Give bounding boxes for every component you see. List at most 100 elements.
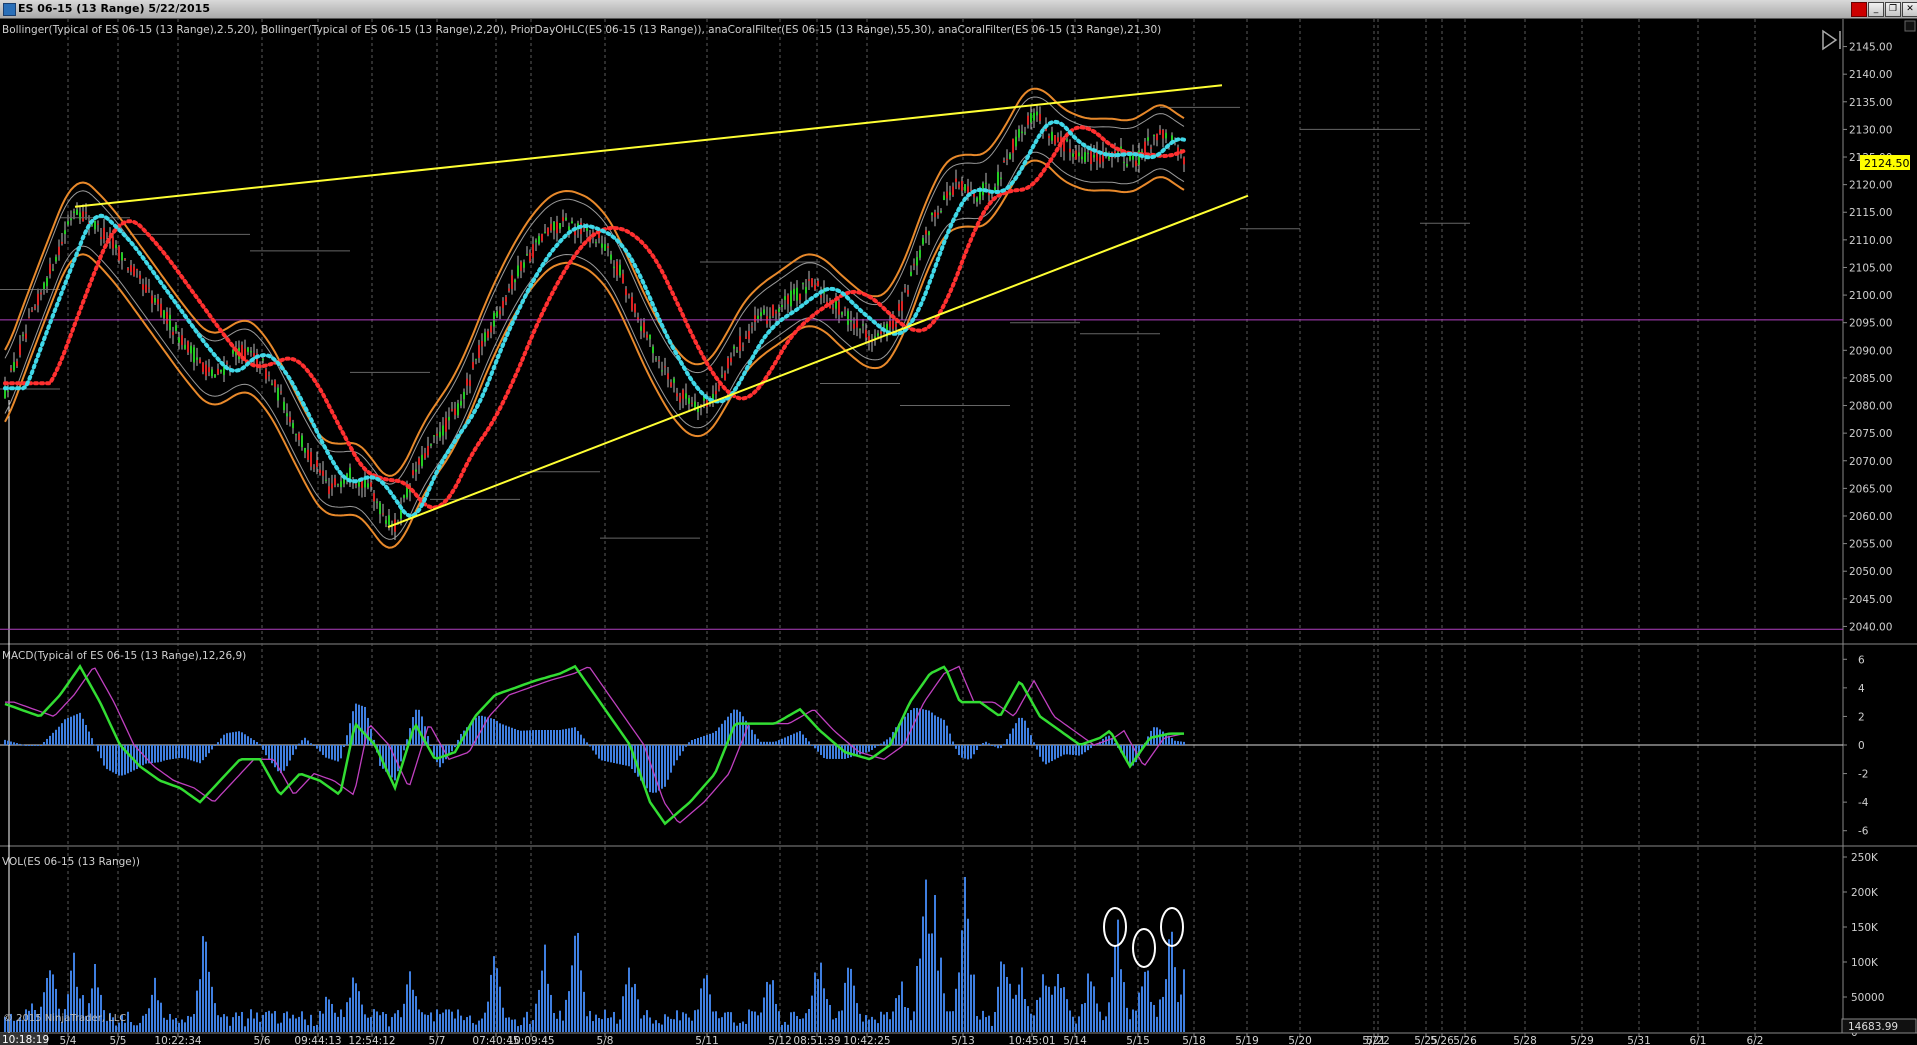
macd-histogram-bar (769, 741, 771, 745)
candle-body (490, 325, 492, 333)
candle-body (949, 192, 951, 196)
macd-histogram-bar (346, 735, 348, 745)
macd-histogram-bar (955, 745, 957, 749)
macd-histogram-bar (823, 745, 825, 758)
volume-bar (118, 1022, 120, 1032)
candle-body (1090, 151, 1092, 165)
macd-histogram-bar (1054, 745, 1056, 760)
volume-bar (55, 988, 57, 1032)
macd-histogram-bar (976, 745, 978, 750)
candle-body (205, 364, 207, 376)
volume-bar (658, 1023, 660, 1032)
macd-histogram-bar (508, 726, 510, 745)
last-price-label: 2124.50 (1864, 157, 1910, 170)
candle-body (49, 263, 51, 274)
candle-body (763, 309, 765, 314)
macd-histogram-bar (1063, 745, 1065, 755)
volume-bar (559, 1010, 561, 1032)
volume-bar (676, 1010, 678, 1032)
volume-bar (1072, 1016, 1074, 1032)
candle-body (895, 324, 897, 327)
macd-histogram-bar (568, 728, 570, 745)
candle-body (952, 186, 954, 195)
candle-body (481, 340, 483, 347)
candle-body (22, 334, 24, 336)
macd-histogram-bar (187, 745, 189, 760)
macd-histogram-bar (535, 730, 537, 745)
macd-histogram-bar (190, 745, 192, 761)
volume-bar (460, 1015, 462, 1032)
macd-histogram-bar (586, 742, 588, 745)
macd-histogram-bar (511, 727, 513, 745)
price-y-tick-label: 2085.00 (1849, 373, 1892, 385)
volume-bar (571, 965, 573, 1032)
macd-histogram-bar (421, 716, 423, 745)
candle-body (142, 284, 144, 290)
candle-body (1087, 152, 1089, 154)
volume-bar (685, 1013, 687, 1032)
volume-bar (583, 991, 585, 1032)
volume-bar (466, 1017, 468, 1032)
volume-bar (1177, 1002, 1179, 1032)
macd-histogram-bar (343, 745, 345, 747)
volume-bar (697, 1009, 699, 1032)
volume-bar (1147, 970, 1149, 1032)
macd-histogram-bar (67, 718, 69, 745)
macd-histogram-bar (694, 739, 696, 745)
volume-bar (442, 1012, 444, 1032)
macd-histogram-bar (577, 730, 579, 745)
candle-body (472, 361, 474, 369)
macd-histogram-bar (283, 745, 285, 771)
volume-bar (208, 971, 210, 1032)
candle-body (1006, 158, 1008, 160)
volume-bar (709, 994, 711, 1032)
volume-bar (1159, 999, 1161, 1032)
candle-body (622, 273, 624, 283)
x-tick-label: 5/18 (1182, 1035, 1206, 1045)
macd-histogram-bar (562, 729, 564, 745)
volume-bar (670, 1018, 672, 1032)
candle-body (403, 495, 405, 498)
candle-body (946, 191, 948, 199)
macd-histogram-bar (316, 745, 318, 749)
candle-body (190, 345, 192, 354)
volume-bar (235, 1012, 237, 1032)
volume-y-tick-label: 100K (1851, 957, 1879, 969)
volume-bar (763, 997, 765, 1032)
candle-body (316, 460, 318, 467)
volume-bar (907, 1007, 909, 1032)
chart-canvas[interactable]: 2145.002140.002135.002130.002125.002120.… (0, 0, 1917, 1045)
volume-bar (130, 1022, 132, 1032)
candle-body (676, 393, 678, 397)
macd-histogram-bar (1084, 745, 1086, 753)
volume-bar (457, 1009, 459, 1032)
x-tick-label: 5/7 (429, 1035, 446, 1045)
macd-histogram-bar (739, 711, 741, 745)
volume-bar (127, 1011, 129, 1032)
candle-body (1099, 157, 1101, 164)
candle-body (883, 325, 885, 327)
volume-y-tick-label: 150K (1851, 922, 1879, 934)
candle-body (445, 418, 447, 432)
volume-bar (739, 1023, 741, 1032)
volume-bar (943, 993, 945, 1032)
macd-histogram-bar (604, 745, 606, 762)
volume-bar (322, 1013, 324, 1032)
candle-body (685, 393, 687, 399)
macd-histogram-bar (1081, 745, 1083, 755)
volume-bar (1180, 994, 1182, 1032)
volume-bar (343, 1017, 345, 1032)
macd-histogram-bar (937, 716, 939, 745)
price-y-tick-label: 2050.00 (1849, 566, 1892, 578)
volume-bar (148, 1008, 150, 1032)
candle-body (631, 296, 633, 311)
x-tick-label: 5/26 (1453, 1035, 1477, 1045)
candle-body (757, 315, 759, 319)
macd-y-tick-label: 6 (1858, 654, 1865, 666)
candle-body (28, 317, 30, 319)
panel-resize-icon[interactable] (1904, 20, 1916, 32)
macd-histogram-bar (145, 745, 147, 764)
macd-histogram-bar (172, 745, 174, 759)
candle-body (1009, 153, 1011, 160)
macd-histogram-bar (520, 730, 522, 745)
